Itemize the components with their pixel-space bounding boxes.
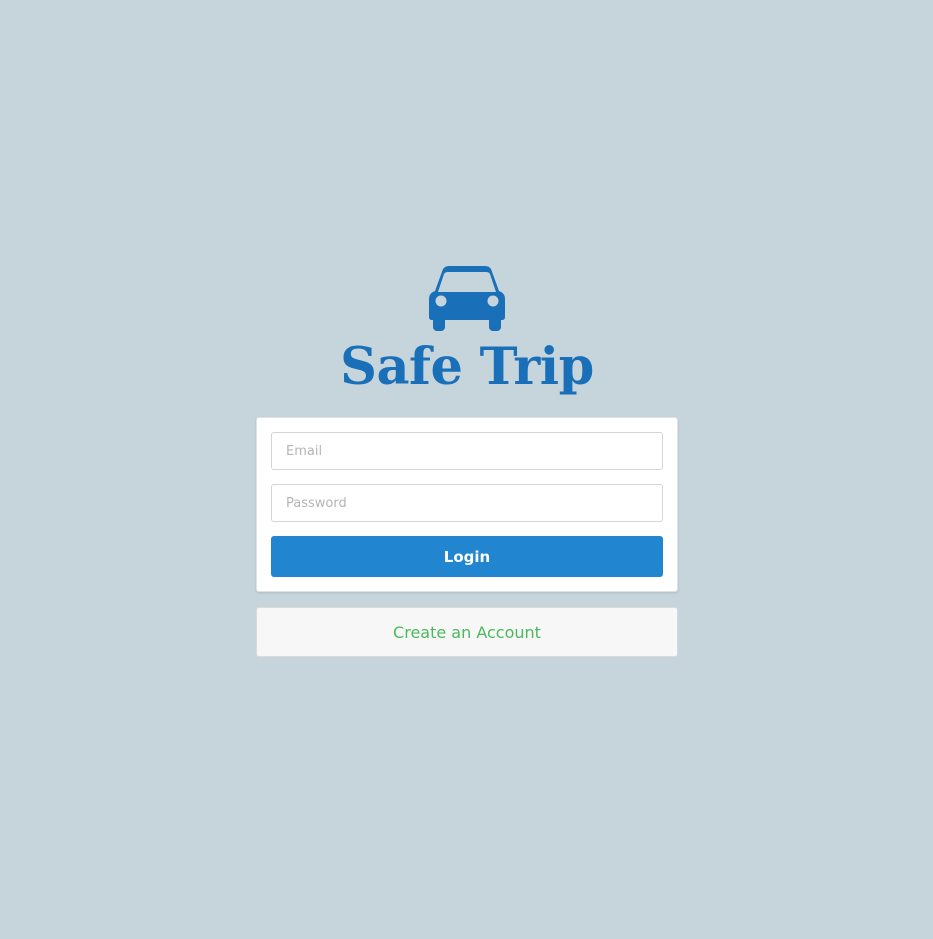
login-container: Safe Trip Login Create an Account — [256, 262, 678, 657]
brand-title: Safe Trip — [340, 337, 594, 397]
create-account-link[interactable]: Create an Account — [256, 607, 678, 657]
brand-logo: Safe Trip — [256, 262, 678, 417]
car-icon — [429, 266, 505, 331]
login-card: Login — [256, 417, 678, 592]
email-input[interactable] — [271, 432, 663, 470]
password-input[interactable] — [271, 484, 663, 522]
login-button[interactable]: Login — [271, 536, 663, 577]
